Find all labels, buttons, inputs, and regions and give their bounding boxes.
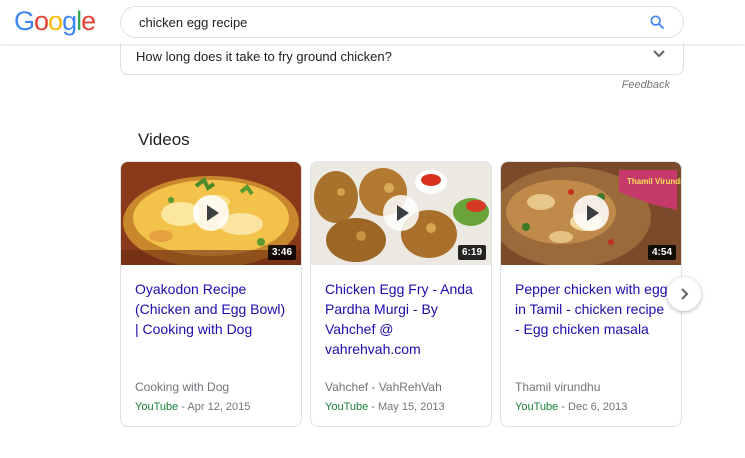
video-title-link[interactable]: Pepper chicken with egg in Tamil - chick…	[515, 279, 670, 339]
video-meta: YouTube - Dec 6, 2013	[515, 401, 627, 413]
video-card[interactable]: 6:19 Chicken Egg Fry - Anda Pardha Murgi…	[310, 161, 492, 427]
video-thumbnail[interactable]: 6:19	[311, 162, 491, 265]
logo-letter: o	[48, 6, 63, 36]
search-icon[interactable]	[649, 14, 665, 30]
video-date: - Dec 6, 2013	[561, 401, 628, 413]
chevron-right-icon	[681, 288, 689, 300]
video-card[interactable]: 3:46 Oyakodon Recipe (Chicken and Egg Bo…	[120, 161, 302, 427]
video-card[interactable]: Thamil Virundhu 4:54 Pepper chicken with…	[500, 161, 682, 427]
logo-letter: G	[14, 6, 35, 36]
video-duration: 6:19	[457, 245, 486, 260]
video-date: - May 15, 2013	[371, 401, 445, 413]
video-channel: Thamil virundhu	[515, 380, 601, 394]
video-meta: YouTube - May 15, 2013	[325, 401, 445, 413]
play-icon[interactable]	[193, 195, 229, 231]
video-duration: 3:46	[267, 245, 296, 260]
chevron-down-icon[interactable]	[653, 49, 665, 59]
logo-letter: o	[34, 6, 49, 36]
video-source: YouTube	[515, 401, 559, 413]
video-date: - Apr 12, 2015	[181, 401, 251, 413]
logo-letter: e	[81, 6, 96, 36]
play-icon[interactable]	[573, 195, 609, 231]
video-title-link[interactable]: Oyakodon Recipe (Chicken and Egg Bowl) |…	[135, 279, 290, 339]
video-thumbnail[interactable]: Thamil Virundhu 4:54	[501, 162, 681, 265]
logo-letter: g	[62, 6, 77, 36]
next-videos-button[interactable]	[667, 277, 701, 311]
videos-section-title: Videos	[138, 130, 190, 149]
search-header: Google chicken egg recipe	[0, 0, 745, 44]
video-channel: Vahchef - VahRehVah	[325, 380, 442, 394]
video-title-link[interactable]: Chicken Egg Fry - Anda Pardha Murgi - By…	[325, 279, 480, 359]
video-source: YouTube	[325, 401, 369, 413]
google-logo[interactable]: Google	[14, 6, 96, 37]
search-input[interactable]: chicken egg recipe	[120, 6, 684, 38]
video-channel: Cooking with Dog	[135, 380, 230, 394]
video-duration: 4:54	[647, 245, 676, 260]
video-meta: YouTube - Apr 12, 2015	[135, 401, 250, 413]
feedback-link[interactable]: Feedback	[622, 79, 670, 91]
thumbnail-overlay-text: Thamil Virundhu	[627, 177, 681, 186]
play-icon[interactable]	[383, 195, 419, 231]
video-source: YouTube	[135, 401, 179, 413]
video-thumbnail[interactable]: 3:46	[121, 162, 301, 265]
related-question-text: How long does it take to fry ground chic…	[136, 49, 392, 64]
search-query-text[interactable]: chicken egg recipe	[139, 15, 247, 30]
